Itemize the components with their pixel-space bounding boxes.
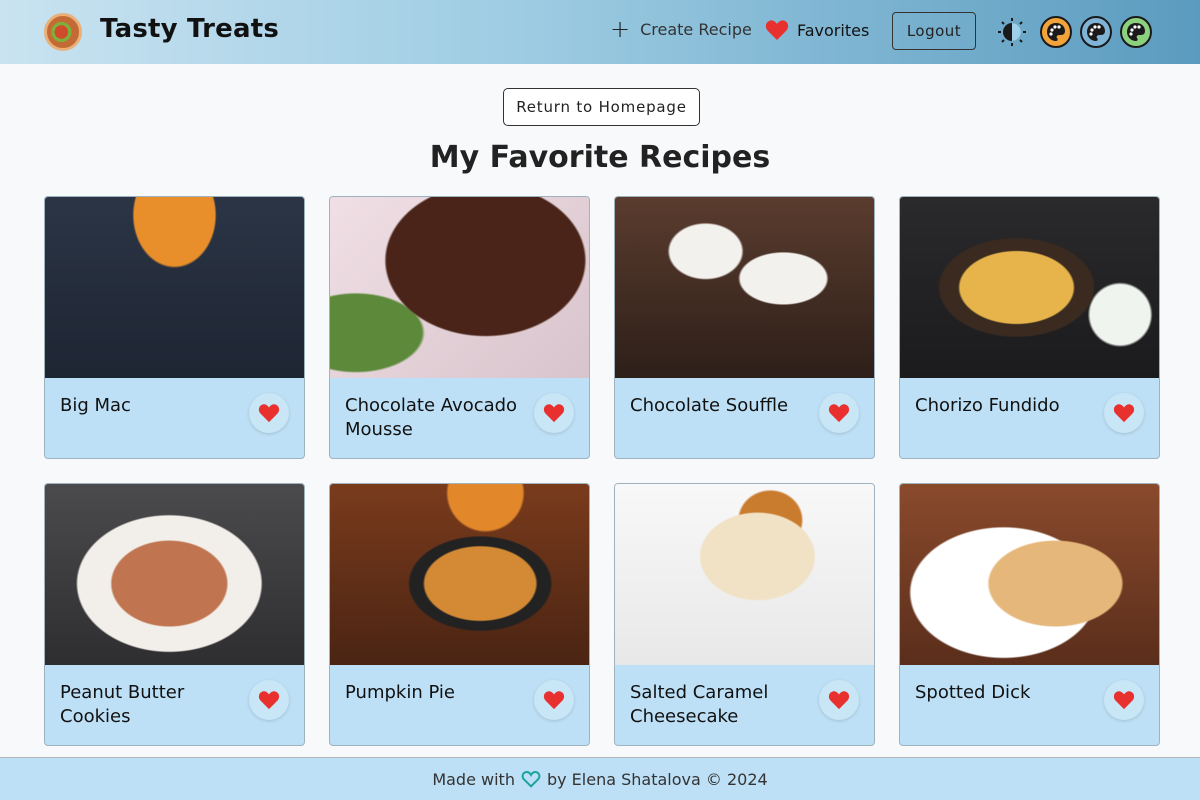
recipe-card[interactable]: Peanut Butter Cookies bbox=[44, 483, 305, 746]
heart-icon bbox=[765, 20, 789, 40]
heart-icon bbox=[543, 404, 565, 423]
recipe-name[interactable]: Big Mac bbox=[60, 394, 240, 418]
recipe-name[interactable]: Chocolate Souffle bbox=[630, 394, 810, 418]
palette-blue-button[interactable] bbox=[1080, 16, 1112, 48]
recipe-name[interactable]: Pumpkin Pie bbox=[345, 681, 525, 705]
recipe-image[interactable] bbox=[330, 484, 589, 665]
heart-icon bbox=[828, 691, 850, 710]
recipe-image[interactable] bbox=[45, 484, 304, 665]
recipe-image[interactable] bbox=[900, 484, 1159, 665]
recipe-image[interactable] bbox=[330, 197, 589, 378]
palette-icon bbox=[1127, 23, 1145, 41]
recipe-card[interactable]: Spotted Dick bbox=[899, 483, 1160, 746]
theme-toggle-icon[interactable] bbox=[998, 18, 1026, 46]
heart-icon bbox=[1113, 404, 1135, 423]
footer: Made with by Elena Shatalova © 2024 bbox=[0, 757, 1200, 800]
favorite-toggle-button[interactable] bbox=[819, 680, 859, 720]
brand-title[interactable]: Tasty Treats bbox=[100, 14, 279, 44]
recipe-card[interactable]: Pumpkin Pie bbox=[329, 483, 590, 746]
create-recipe-link[interactable]: + Create Recipe bbox=[610, 15, 752, 43]
recipe-name[interactable]: Spotted Dick bbox=[915, 681, 1095, 705]
recipe-name[interactable]: Chocolate Avocado Mousse bbox=[345, 394, 525, 442]
favorite-toggle-button[interactable] bbox=[1104, 393, 1144, 433]
palette-icon bbox=[1047, 23, 1065, 41]
palette-icon bbox=[1087, 23, 1105, 41]
recipe-card[interactable]: Big Mac bbox=[44, 196, 305, 459]
return-homepage-button[interactable]: Return to Homepage bbox=[503, 88, 700, 126]
recipe-image[interactable] bbox=[45, 197, 304, 378]
page-title: My Favorite Recipes bbox=[429, 140, 771, 175]
recipe-name[interactable]: Chorizo Fundido bbox=[915, 394, 1095, 418]
footer-credit: by Elena Shatalova © 2024 bbox=[546, 769, 768, 789]
favorites-link[interactable]: Favorites bbox=[765, 19, 869, 41]
recipe-card[interactable]: Chocolate Souffle bbox=[614, 196, 875, 459]
favorite-toggle-button[interactable] bbox=[1104, 680, 1144, 720]
recipe-card[interactable]: Chorizo Fundido bbox=[899, 196, 1160, 459]
palette-green-button[interactable] bbox=[1120, 16, 1152, 48]
recipe-image[interactable] bbox=[615, 484, 874, 665]
footer-prefix: Made with bbox=[432, 769, 515, 789]
heart-icon bbox=[258, 404, 280, 423]
favorites-label: Favorites bbox=[797, 20, 870, 40]
palette-orange-button[interactable] bbox=[1040, 16, 1072, 48]
favorite-toggle-button[interactable] bbox=[534, 680, 574, 720]
heart-outline-icon bbox=[521, 770, 541, 788]
recipe-name[interactable]: Salted Caramel Cheesecake bbox=[630, 681, 810, 729]
favorite-toggle-button[interactable] bbox=[819, 393, 859, 433]
plus-icon: + bbox=[610, 15, 631, 43]
logo-icon[interactable] bbox=[44, 13, 82, 51]
recipe-image[interactable] bbox=[615, 197, 874, 378]
recipe-image[interactable] bbox=[900, 197, 1159, 378]
heart-icon bbox=[1113, 691, 1135, 710]
heart-icon bbox=[828, 404, 850, 423]
header: Tasty Treats + Create Recipe Favorites L… bbox=[0, 0, 1200, 64]
recipe-card[interactable]: Salted Caramel Cheesecake bbox=[614, 483, 875, 746]
heart-icon bbox=[258, 691, 280, 710]
create-recipe-label: Create Recipe bbox=[640, 19, 752, 39]
favorite-toggle-button[interactable] bbox=[249, 680, 289, 720]
favorite-toggle-button[interactable] bbox=[249, 393, 289, 433]
recipe-name[interactable]: Peanut Butter Cookies bbox=[60, 681, 240, 729]
heart-icon bbox=[543, 691, 565, 710]
recipe-card[interactable]: Chocolate Avocado Mousse bbox=[329, 196, 590, 459]
logout-button[interactable]: Logout bbox=[892, 12, 976, 50]
favorite-toggle-button[interactable] bbox=[534, 393, 574, 433]
